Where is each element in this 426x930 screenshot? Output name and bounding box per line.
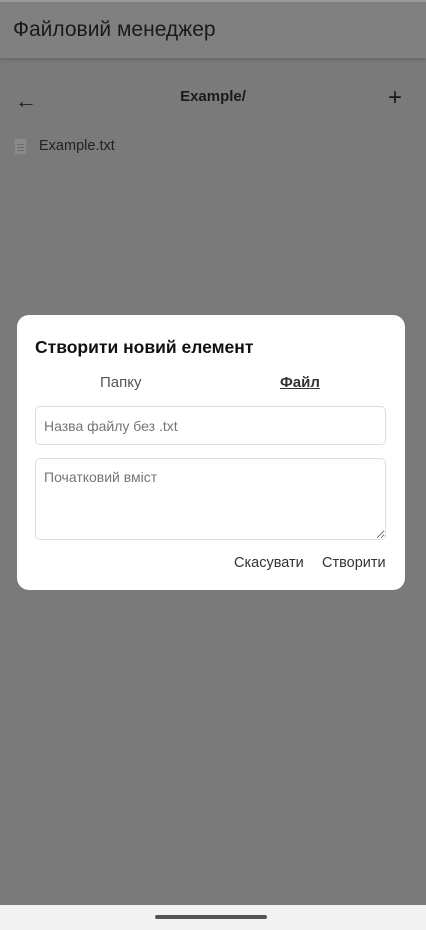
dialog-title: Створити новий елемент (35, 337, 254, 357)
tab-folder[interactable]: Папку (100, 374, 141, 391)
tab-file[interactable]: Файл (280, 374, 320, 391)
create-button[interactable]: Створити (322, 555, 386, 571)
add-plus-icon[interactable]: + (388, 84, 402, 112)
file-icon (14, 137, 27, 155)
home-gesture-handle[interactable] (155, 915, 267, 919)
app-title: Файловий менеджер (13, 18, 216, 41)
file-name: Example.txt (39, 138, 115, 154)
create-item-dialog: Створити новий елемент Папку Файл Скасув… (17, 315, 405, 590)
current-path: Example/ (180, 88, 246, 105)
path-bar: ← Example/ + (0, 84, 426, 116)
file-name-input[interactable] (35, 406, 386, 445)
file-list-item[interactable]: Example.txt (14, 136, 115, 156)
initial-content-input[interactable] (35, 458, 386, 540)
app-bar: Файловий менеджер (0, 2, 426, 58)
system-navigation-bar (0, 905, 426, 930)
cancel-button[interactable]: Скасувати (234, 555, 304, 571)
